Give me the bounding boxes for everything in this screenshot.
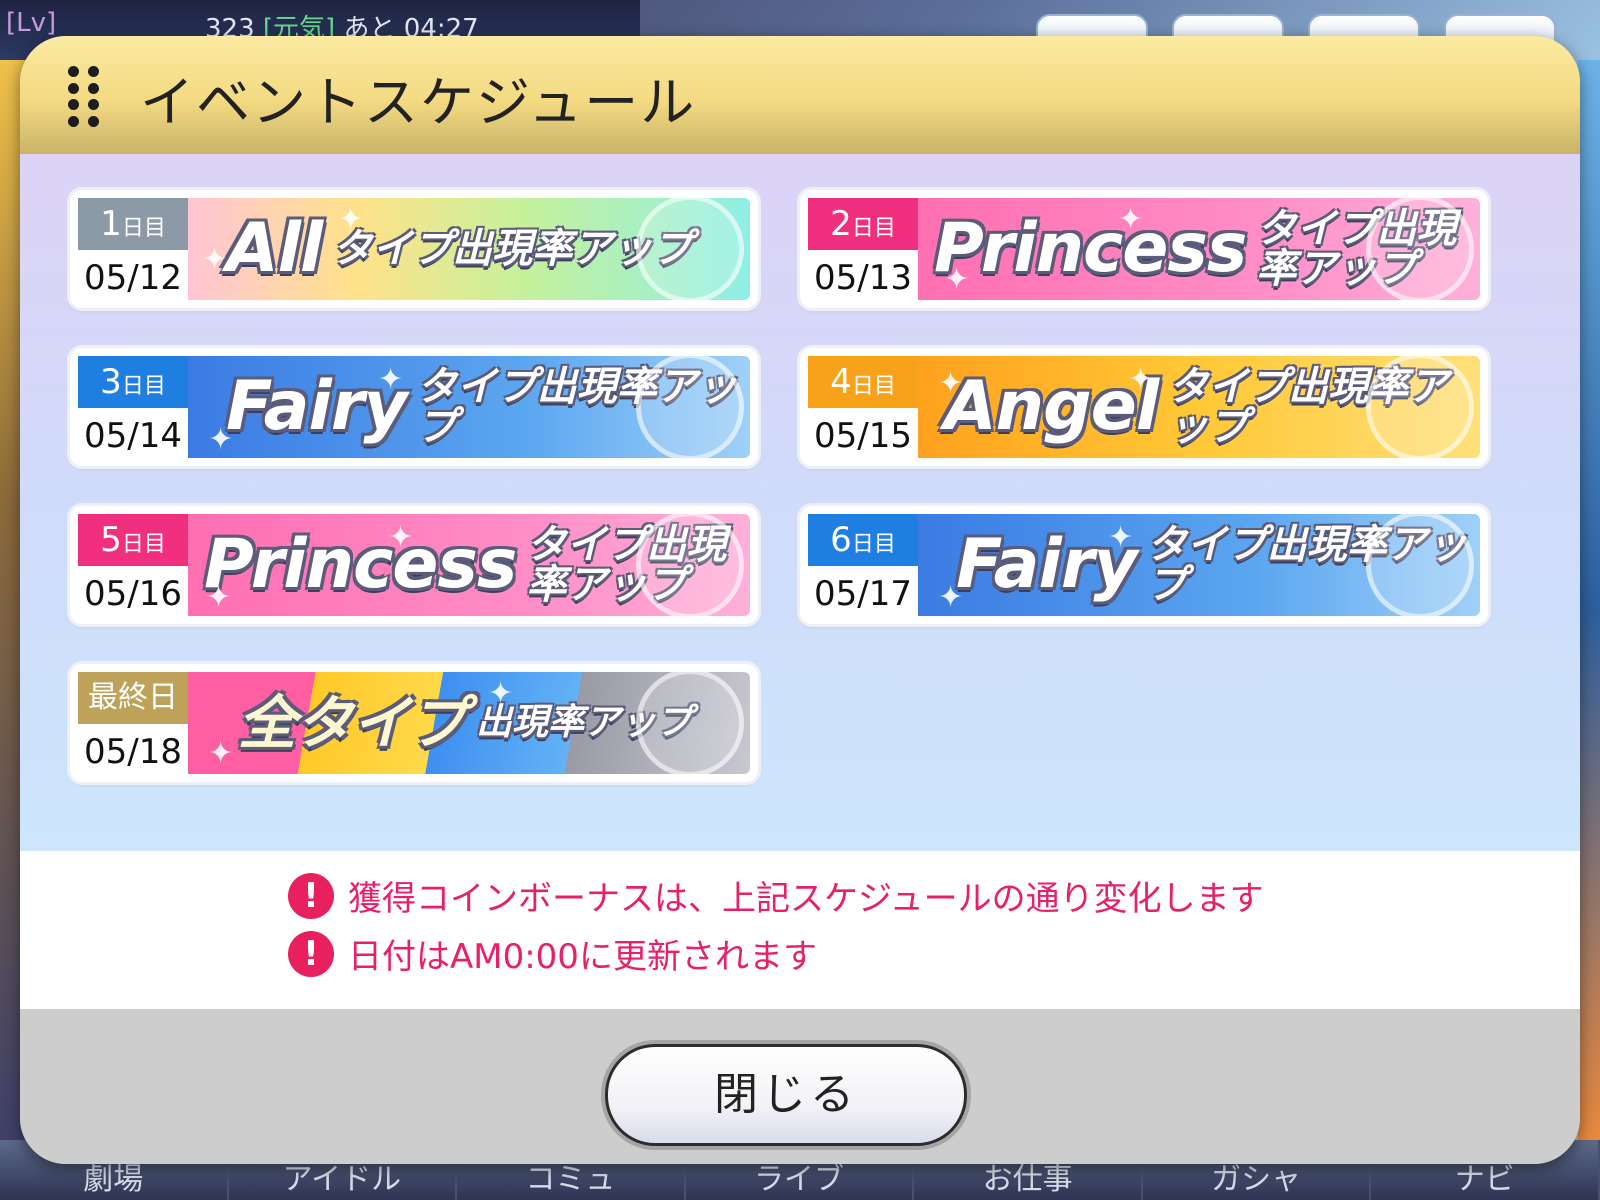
notice-item: ! 獲得コインボーナスは、上記スケジュールの通り変化します	[288, 871, 1264, 920]
schedule-card-day-6: 6日目 05/17 ✦ ✦ Fairy タイプ出現率アップ	[800, 506, 1488, 624]
exclamation-icon: !	[288, 872, 334, 919]
day-number: 1	[100, 204, 122, 244]
crown-emblem-icon	[1366, 198, 1474, 300]
banner-type-word: Princess	[934, 209, 1247, 288]
close-button[interactable]: 閉じる	[605, 1044, 967, 1146]
background-art-right	[1578, 60, 1600, 1160]
day-suffix: 日目	[851, 216, 896, 241]
day-suffix: 日目	[851, 532, 896, 557]
banner-type-word: Angel	[944, 367, 1159, 446]
notice-item: ! 日付はAM0:00に更新されます	[288, 929, 817, 978]
day-badge: 1日目	[78, 198, 188, 250]
exclamation-icon: !	[288, 930, 334, 977]
schedule-date: 05/14	[84, 416, 182, 456]
schedule-card-day-1: 1日目 05/12 ✦ ✦ All タイプ出現率アップ	[70, 190, 758, 308]
type-banner-princess: ✦ ✦ Princess タイプ出現率アップ	[188, 514, 750, 616]
type-banner-all-types: ✦ ✦ 全タイプ 出現率アップ	[188, 672, 750, 774]
day-number: 6	[830, 520, 852, 560]
day-badge: 最終日	[78, 672, 188, 724]
halo-emblem-icon	[1366, 356, 1474, 458]
schedule-date: 05/18	[84, 732, 182, 772]
notice-text: 獲得コインボーナスは、上記スケジュールの通り変化します	[348, 879, 1264, 919]
schedule-card-day-5: 5日目 05/16 ✦ ✦ Princess タイプ出現率アップ	[70, 506, 758, 624]
schedule-date: 05/17	[814, 574, 912, 614]
day-badge: 5日目	[78, 514, 188, 566]
schedule-date: 05/13	[814, 258, 912, 298]
notice-area: ! 獲得コインボーナスは、上記スケジュールの通り変化します ! 日付はAM0:0…	[20, 851, 1580, 1009]
crown-emblem-icon	[636, 514, 744, 616]
wing-emblem-icon	[1366, 514, 1474, 616]
level-label: [Lv]	[6, 8, 57, 38]
type-banner-princess: ✦ ✦ Princess タイプ出現率アップ	[918, 198, 1480, 300]
type-banner-all: ✦ ✦ All タイプ出現率アップ	[188, 198, 750, 300]
day-badge: 2日目	[808, 198, 918, 250]
day-badge: 4日目	[808, 356, 918, 408]
day-number: 3	[100, 362, 122, 402]
dialog-title: イベントスケジュール	[140, 71, 697, 134]
butterfly-emblem-icon	[636, 672, 744, 774]
day-suffix: 日目	[851, 374, 896, 399]
day-number: 2	[830, 204, 852, 244]
schedule-date: 05/15	[814, 416, 912, 456]
wing-emblem-icon	[636, 356, 744, 458]
type-banner-fairy: ✦ ✦ Fairy タイプ出現率アップ	[918, 514, 1480, 616]
banner-type-word: All	[226, 209, 323, 288]
banner-type-word: 全タイプ	[238, 689, 467, 757]
schedule-card-day-4: 4日目 05/15 ✦ ✦ Angel タイプ出現率アップ	[800, 348, 1488, 466]
schedule-card-day-3: 3日目 05/14 ✦ ✦ Fairy タイプ出現率アップ	[70, 348, 758, 466]
schedule-card-day-2: 2日目 05/13 ✦ ✦ Princess タイプ出現率アップ	[800, 190, 1488, 308]
type-banner-angel: ✦ ✦ Angel タイプ出現率アップ	[918, 356, 1480, 458]
dialog-footer: 閉じる	[20, 1009, 1580, 1164]
day-number: 5	[100, 520, 122, 560]
event-schedule-dialog: イベントスケジュール 1日目 05/12 ✦ ✦ All タイプ出現率アップ 2…	[20, 36, 1580, 1164]
banner-type-word: Princess	[204, 525, 517, 604]
day-suffix: 日目	[121, 532, 166, 557]
schedule-list: 1日目 05/12 ✦ ✦ All タイプ出現率アップ 2日目 05/13 ✦ …	[20, 154, 1580, 851]
notice-text: 日付はAM0:00に更新されます	[348, 937, 817, 977]
schedule-card-final-day: 最終日 05/18 ✦ ✦ 全タイプ 出現率アップ	[70, 664, 758, 782]
type-banner-fairy: ✦ ✦ Fairy タイプ出現率アップ	[188, 356, 750, 458]
day-suffix: 日目	[121, 374, 166, 399]
day-number: 4	[830, 362, 852, 402]
grip-dots-icon	[68, 66, 100, 128]
day-badge: 6日目	[808, 514, 918, 566]
day-suffix: 日目	[121, 216, 166, 241]
schedule-date: 05/12	[84, 258, 182, 298]
butterfly-emblem-icon	[636, 198, 744, 300]
day-badge: 3日目	[78, 356, 188, 408]
schedule-date: 05/16	[84, 574, 182, 614]
dialog-header: イベントスケジュール	[20, 36, 1580, 156]
